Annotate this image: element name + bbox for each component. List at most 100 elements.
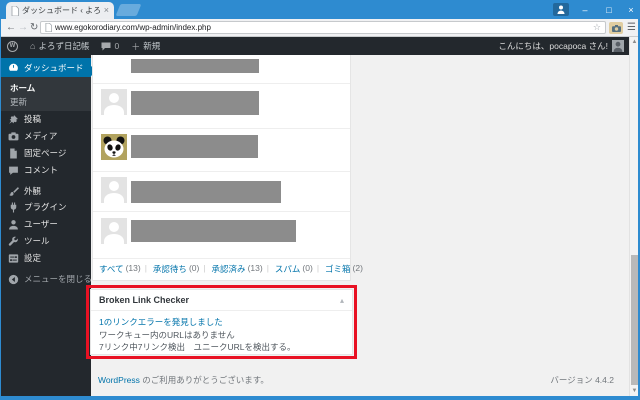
reload-icon[interactable]: ↻ [30,19,38,36]
comment-avatar [101,89,127,115]
wordpress-logo-icon: W [7,41,18,52]
collapse-menu-button[interactable]: メニューを閉じる [1,271,91,287]
new-content-button[interactable]: ＋ 新規 [125,37,166,55]
comment-avatar-panda [101,134,127,160]
page-icon [45,23,52,32]
comment-row[interactable] [93,129,350,172]
sidebar-item-tools[interactable]: ツール [1,233,91,249]
back-icon[interactable]: ← [6,19,16,36]
sidebar-item-comments[interactable]: コメント [1,162,91,178]
greeting-text: こんにちは、pocapoca さん! [498,40,608,52]
browser-menu-icon[interactable]: ☰ [627,19,636,36]
redacted-comment-text [131,91,259,115]
sidebar-item-label: 固定ページ [24,147,66,159]
scroll-down-icon[interactable]: ▼ [630,386,639,396]
sidebar-item-media[interactable]: メディア [1,128,91,144]
camera-extension-icon[interactable] [609,22,623,34]
user-avatar [612,40,624,52]
profile-button[interactable] [553,3,569,16]
camera-icon [612,25,621,32]
forward-icon[interactable]: → [18,19,28,36]
browser-tab[interactable]: ダッシュボード ‹ よろず日記帳 × [6,2,114,19]
home-icon: ⌂ [30,41,35,51]
comment-row[interactable] [93,55,350,84]
posts-pin-icon [8,114,19,125]
sidebar-item-label: ダッシュボード [24,62,84,74]
filter-pending[interactable]: 承認待ち(0) [141,263,200,275]
sidebar-subitem-updates[interactable]: 更新 [10,95,91,109]
plugin-icon [8,202,19,213]
scrollbar-thumb[interactable] [631,255,638,385]
my-account-menu[interactable]: こんにちは、pocapoca さん! [498,40,629,52]
filter-trash[interactable]: ゴミ箱(2) [313,263,363,275]
filter-approved[interactable]: 承認済み(13) [199,263,262,275]
comment-count: 0 [114,41,119,51]
person-icon [613,41,623,52]
wp-admin-bar: W ⌂ よろず日記帳 0 ＋ 新規 こんにちは、pocapoca さん! [1,37,629,55]
plus-icon: ＋ [131,40,140,53]
settings-sliders-icon [8,253,19,264]
tools-wrench-icon [8,236,19,247]
url-bar[interactable]: www.egokorodiary.com/wp-admin/index.php … [40,21,606,34]
panda-avatar-image [101,134,127,160]
person-icon [557,5,565,14]
tab-title: ダッシュボード ‹ よろず日記帳 [22,5,101,16]
filter-all[interactable]: すべて(13) [99,263,141,275]
recent-comments-widget: すべて(13) 承認待ち(0) 承認済み(13) スパム(0) ゴミ箱(2) [92,55,351,281]
redacted-comment-text [131,220,296,242]
wordpress-link[interactable]: WordPress [98,375,140,385]
browser-toolbar: ← → ↻ www.egokorodiary.com/wp-admin/inde… [1,19,640,37]
sidebar-item-label: コメント [24,164,58,176]
sidebar-item-label: 設定 [24,252,41,264]
appearance-brush-icon [8,186,19,197]
wp-logo-menu[interactable]: W [1,37,24,55]
tab-close-icon[interactable]: × [104,6,109,15]
dashboard-gauge-icon [8,62,19,73]
site-name: よろず日記帳 [38,40,89,52]
sidebar-item-dashboard[interactable]: ダッシュボード [1,58,91,77]
bookmark-star-icon[interactable]: ☆ [593,23,601,32]
comment-bubble-icon [8,165,19,176]
sidebar-item-users[interactable]: ユーザー [1,216,91,232]
comment-row[interactable] [93,172,350,212]
comment-row[interactable] [93,84,350,129]
window-close-button[interactable]: × [621,0,640,19]
sidebar-item-appearance[interactable]: 外観 [1,183,91,199]
comment-bubble-icon [101,42,111,51]
new-tab-button[interactable] [116,4,142,16]
new-content-label: 新規 [143,40,160,52]
collapse-arrow-icon [8,274,19,285]
sidebar-item-label: ユーザー [24,218,58,230]
page-icon [8,148,19,159]
scroll-up-icon[interactable]: ▲ [630,37,639,47]
collapse-menu-label: メニューを閉じる [24,273,92,285]
browser-titlebar: ダッシュボード ‹ よろず日記帳 × – □ × [1,0,640,19]
page-favicon-icon [11,6,19,16]
red-annotation-box [86,285,357,359]
sidebar-item-pages[interactable]: 固定ページ [1,145,91,161]
comment-avatar [101,177,127,203]
sidebar-item-settings[interactable]: 設定 [1,250,91,266]
sidebar-item-label: 外観 [24,185,41,197]
footer-version: バージョン 4.4.2 [431,374,614,386]
comment-avatar [101,218,127,244]
site-name-link[interactable]: ⌂ よろず日記帳 [24,37,95,55]
dashboard-submenu: ホーム 更新 [1,77,91,111]
window-maximize-button[interactable]: □ [599,0,619,19]
filter-spam[interactable]: スパム(0) [263,263,313,275]
page-scrollbar[interactable]: ▲ ▼ [629,37,639,396]
sidebar-item-posts[interactable]: 投稿 [1,111,91,127]
admin-sidebar: ダッシュボード ホーム 更新 投稿 メディア 固定ページ コメント 外観 [1,55,91,396]
sidebar-subitem-home[interactable]: ホーム [10,81,91,95]
footer-thanks: WordPress のご利用ありがとうございます。 [98,374,269,386]
admin-bar-comments-link[interactable]: 0 [95,37,125,55]
user-icon [8,219,19,230]
comment-row[interactable] [93,212,350,259]
sidebar-item-plugins[interactable]: プラグイン [1,199,91,215]
sidebar-item-label: ツール [24,235,50,247]
redacted-comment-text [131,181,281,203]
window-minimize-button[interactable]: – [575,0,595,19]
redacted-comment-text [131,59,259,73]
sidebar-item-label: 投稿 [24,113,41,125]
comment-filters: すべて(13) 承認待ち(0) 承認済み(13) スパム(0) ゴミ箱(2) [93,259,350,279]
